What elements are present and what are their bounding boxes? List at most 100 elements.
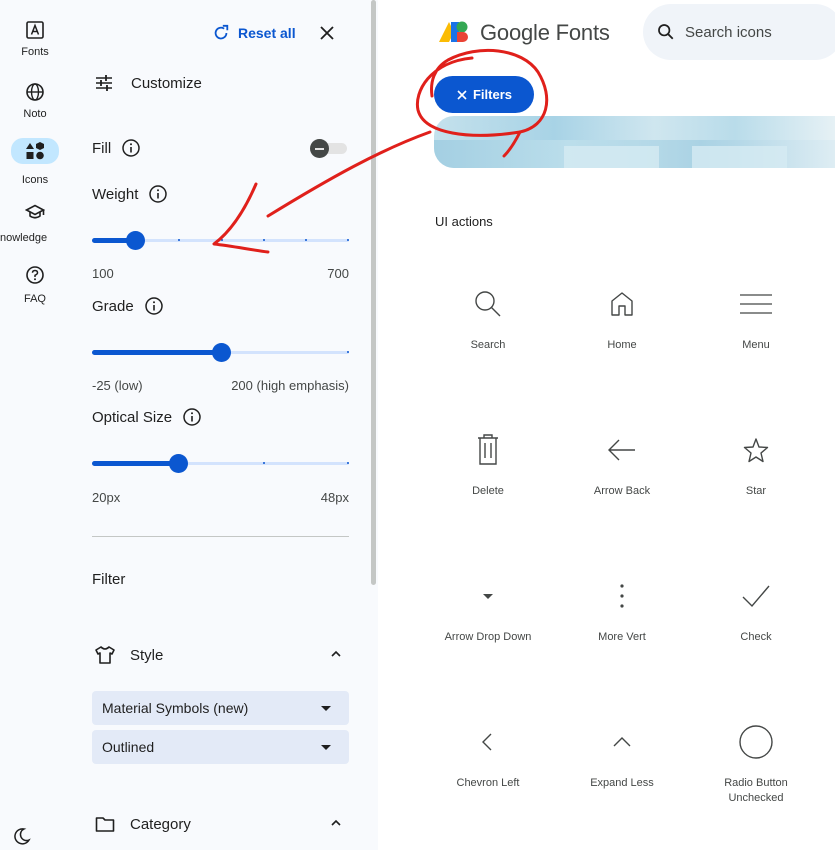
close-panel-button[interactable] xyxy=(316,22,338,44)
icon-card-home[interactable]: Home xyxy=(567,286,677,353)
filters-button[interactable]: Filters xyxy=(434,76,534,113)
optical-size-slider[interactable] xyxy=(92,453,349,473)
icon-name: Home xyxy=(607,339,637,351)
school-icon xyxy=(17,200,53,224)
rail-item-knowledge[interactable]: nowledge xyxy=(0,200,70,244)
info-icon[interactable] xyxy=(182,407,202,427)
info-icon[interactable] xyxy=(148,184,168,204)
chevron-up-icon xyxy=(331,819,341,826)
slider-tick xyxy=(347,351,349,353)
rail-item-icons[interactable]: Icons xyxy=(0,138,70,186)
reset-all-label: Reset all xyxy=(238,25,296,41)
rail-label-faq: FAQ xyxy=(23,293,46,305)
rail-label-knowledge: nowledge xyxy=(0,232,48,244)
filters-label: Filters xyxy=(472,87,512,102)
icon-name: Chevron Left xyxy=(456,777,520,789)
filter-heading: Filter xyxy=(92,571,126,588)
panel-scrollbar[interactable] xyxy=(371,0,376,585)
shirt-icon xyxy=(95,646,115,664)
grade-max: 200 (high emphasis) xyxy=(231,378,349,393)
slider-tick xyxy=(221,239,223,241)
icon-card-delete[interactable]: Delete xyxy=(433,432,543,499)
weight-slider[interactable] xyxy=(92,230,349,250)
toggle-thumb xyxy=(310,139,329,158)
globe-icon xyxy=(17,80,53,104)
rail-item-noto[interactable]: Noto xyxy=(0,80,70,120)
reset-row: Reset all xyxy=(212,22,296,44)
icon-card-chevron-left[interactable]: Chevron Left xyxy=(433,724,543,791)
fill-toggle[interactable] xyxy=(309,138,347,158)
fill-label: Fill xyxy=(92,139,112,157)
check-icon xyxy=(742,585,770,608)
banner-tile xyxy=(564,146,659,168)
banner-tile xyxy=(692,146,787,168)
weight-range: 100 700 xyxy=(92,266,349,281)
dark-mode-icon[interactable] xyxy=(12,826,32,850)
delete-icon xyxy=(478,434,498,465)
info-icon[interactable] xyxy=(121,138,141,158)
optical-size-label: Optical Size xyxy=(92,408,173,426)
customize-heading: Customize xyxy=(93,72,202,94)
style-variant-select[interactable]: Outlined xyxy=(92,730,349,764)
grade-slider[interactable] xyxy=(92,342,349,362)
grade-range: -25 (low) 200 (high emphasis) xyxy=(92,378,349,393)
dropdown-arrow-icon xyxy=(321,745,331,750)
tune-icon xyxy=(96,75,112,91)
style-label: Style xyxy=(130,646,164,664)
slider-tick xyxy=(263,239,265,241)
category-label: Category xyxy=(130,815,191,833)
icon-name: Menu xyxy=(742,339,770,351)
brand-name: Google Fonts xyxy=(480,20,610,45)
icon-name: Star xyxy=(745,485,767,497)
fill-row: Fill xyxy=(92,138,141,158)
reset-all-button[interactable]: Reset all xyxy=(212,24,296,42)
dropdown-arrow-icon xyxy=(321,706,331,711)
arrow-back-icon xyxy=(608,439,635,461)
slider-thumb[interactable] xyxy=(212,343,231,362)
icon-card-search[interactable]: Search xyxy=(433,286,543,353)
font-icon xyxy=(17,18,53,42)
style-section-header[interactable]: Style xyxy=(92,644,349,666)
grade-min: -25 (low) xyxy=(92,378,143,393)
icon-card-expand-less[interactable]: Expand Less xyxy=(567,724,677,791)
optical-size-max: 48px xyxy=(320,490,349,505)
icon-card-radio-button-unchecked[interactable]: Radio Button Unchecked xyxy=(701,724,811,806)
icon-name: Radio Button Unchecked xyxy=(724,777,788,804)
icon-card-menu[interactable]: Menu xyxy=(701,286,811,353)
star-icon xyxy=(743,438,769,463)
expand-less-icon xyxy=(613,737,631,747)
slider-fill xyxy=(92,350,221,355)
style-family-select[interactable]: Material Symbols (new) xyxy=(92,691,349,725)
style-family-value: Material Symbols (new) xyxy=(102,700,249,716)
shapes-icon xyxy=(11,138,59,164)
hero-banner xyxy=(434,116,835,168)
icon-card-check[interactable]: Check xyxy=(701,578,811,645)
icon-card-more-vert[interactable]: More Vert xyxy=(567,578,677,645)
search-icon xyxy=(475,291,501,317)
slider-thumb[interactable] xyxy=(169,454,188,473)
info-icon[interactable] xyxy=(144,296,164,316)
close-icon xyxy=(320,26,334,40)
icon-card-star[interactable]: Star xyxy=(701,432,811,499)
weight-row: Weight xyxy=(92,184,168,204)
search-bar[interactable]: Search icons xyxy=(643,4,835,60)
panel-divider xyxy=(92,536,349,537)
icon-name: Arrow Back xyxy=(593,485,651,497)
slider-thumb[interactable] xyxy=(126,231,145,250)
slider-tick xyxy=(305,239,307,241)
folder-icon xyxy=(95,817,115,832)
category-section-header[interactable]: Category xyxy=(92,813,349,835)
category-heading-ui-actions: UI actions xyxy=(435,214,493,229)
icon-name: More Vert xyxy=(598,631,646,643)
rail-item-fonts[interactable]: Fonts xyxy=(0,18,70,58)
radio-button-unchecked-icon xyxy=(739,725,773,759)
search-input[interactable]: Search icons xyxy=(685,24,772,41)
grade-label: Grade xyxy=(92,297,134,315)
weight-label: Weight xyxy=(92,185,139,203)
slider-fill xyxy=(92,461,178,466)
icon-card-arrow-drop-down[interactable]: Arrow Drop Down xyxy=(433,578,543,645)
more-vert-icon xyxy=(620,584,624,608)
rail-item-faq[interactable]: FAQ xyxy=(0,263,70,305)
google-fonts-logo[interactable]: Google Fonts xyxy=(436,18,610,48)
icon-card-arrow-back[interactable]: Arrow Back xyxy=(567,432,677,499)
